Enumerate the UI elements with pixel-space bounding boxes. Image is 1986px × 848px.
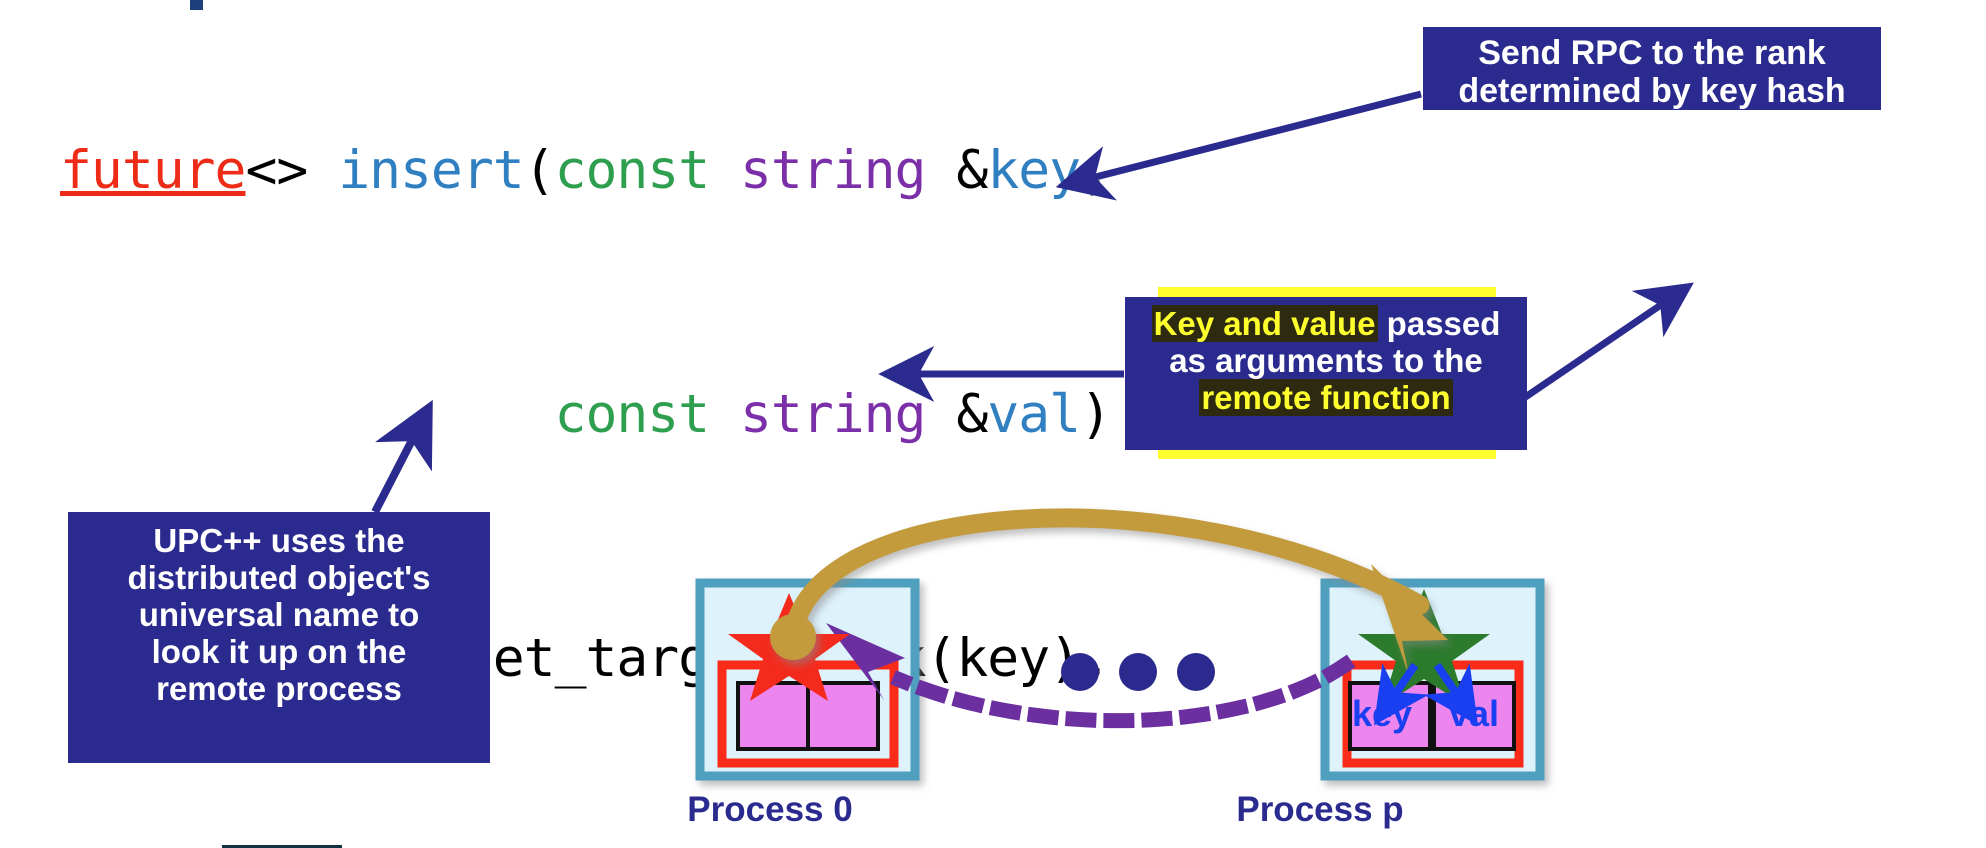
arrow-keyval-to-val-param: [1522, 282, 1694, 401]
callout-line: UPC++ uses the: [153, 522, 405, 559]
process-0-label: Process 0: [687, 790, 853, 829]
callout-highlight-remote-function: remote function: [1199, 378, 1453, 416]
callout-key-and-value: Key and value passed as arguments to the…: [1125, 297, 1527, 450]
ellipsis-dots: [1061, 653, 1215, 691]
callout-highlight-key-and-value: Key and value: [1151, 305, 1378, 342]
callout-line: as arguments to the: [1169, 341, 1483, 379]
callout-line: distributed object's: [127, 558, 431, 596]
arrow-rpc-callout: [1055, 90, 1422, 201]
map-cell-val-label: val: [1448, 693, 1500, 734]
callout-text: passed: [1377, 305, 1501, 342]
callout-line: universal name to: [138, 595, 420, 633]
map-cell-key-label: key: [1351, 693, 1413, 734]
callout-line: remote process: [156, 669, 402, 707]
callout-line: remote function: [1125, 378, 1527, 417]
callout-send-rpc: Send RPC to the rank determined by key h…: [1423, 27, 1881, 110]
callout-line: Send RPC to the rank: [1478, 34, 1826, 72]
callout-line: Key and value passed: [1125, 305, 1527, 343]
callout-line: look it up on the: [151, 632, 407, 670]
callout-upcxx-universal-name: UPC++ uses the distributed object's univ…: [68, 512, 490, 763]
callout-line: determined by key hash: [1458, 72, 1846, 111]
slide-canvas: future<> insert(const string &key, const…: [0, 0, 1986, 848]
process-p-label: Process p: [1236, 790, 1404, 829]
arrow-upcxx-callout: [371, 399, 433, 514]
